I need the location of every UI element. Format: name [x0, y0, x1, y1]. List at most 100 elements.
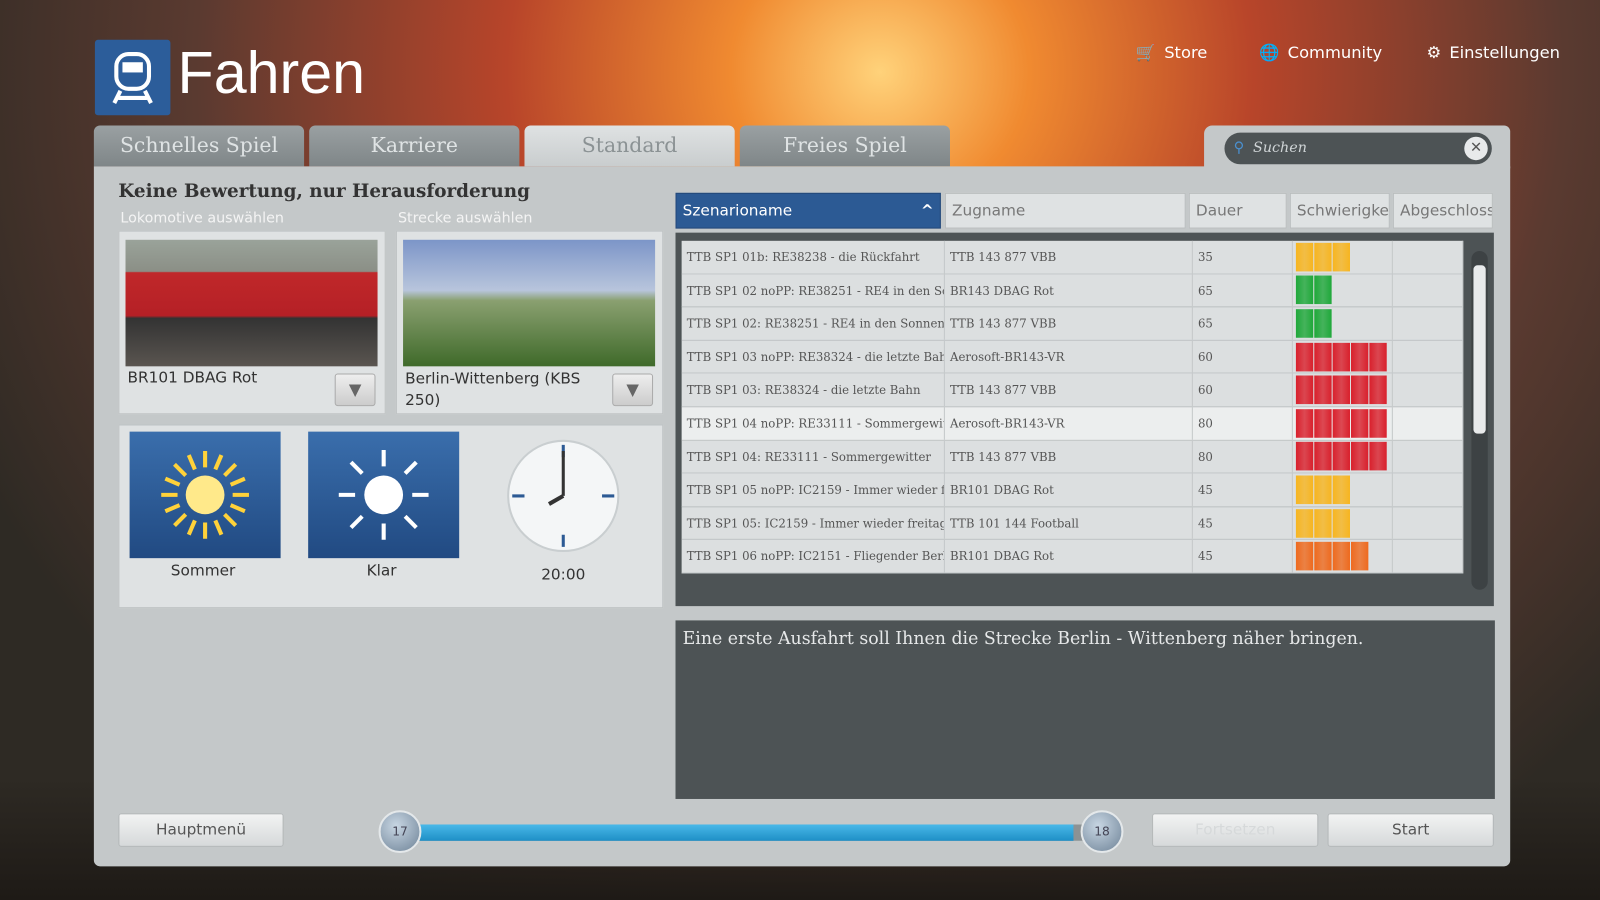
- route-image: [403, 239, 656, 367]
- table-row[interactable]: TTB SP1 05: IC2159 - Immer wieder freita…: [681, 506, 1464, 541]
- clock-icon[interactable]: [506, 439, 620, 553]
- column-header-szenarioname[interactable]: Szenarioname ^: [675, 192, 941, 229]
- difficulty-segment: [1314, 275, 1332, 305]
- difficulty-segment: [1332, 408, 1350, 438]
- loco-label: Lokomotive auswählen: [120, 210, 284, 227]
- completed-cell: [1393, 440, 1464, 473]
- table-row[interactable]: TTB SP1 06 noPP: IC2151 - Fliegender Ber…: [681, 540, 1464, 574]
- difficulty-segment: [1314, 442, 1332, 471]
- completed-cell: [1393, 506, 1464, 540]
- table-row[interactable]: TTB SP1 02 noPP: RE38251 - RE4 in den So…: [681, 274, 1464, 308]
- difficulty-segment: [1295, 408, 1314, 438]
- scenario-name: TTB SP1 05: IC2159 - Immer wieder freita…: [682, 506, 945, 540]
- weather-button[interactable]: [308, 431, 460, 559]
- column-header-schwierigkeit[interactable]: Schwierigkeit: [1289, 192, 1390, 229]
- scrollbar-thumb[interactable]: [1473, 265, 1486, 434]
- difficulty-meter: [1293, 540, 1393, 573]
- difficulty-meter: [1293, 373, 1393, 407]
- gears-icon: ⚙: [1426, 42, 1442, 63]
- scenario-name: TTB SP1 01b: RE38238 - die Rückfahrt: [682, 240, 945, 274]
- duration: 45: [1193, 506, 1293, 540]
- community-label: Community: [1287, 42, 1383, 63]
- settings-label: Einstellungen: [1449, 42, 1561, 63]
- table-row[interactable]: TTB SP1 04: RE33111 - Sommergewitter TTB …: [681, 440, 1464, 474]
- train-name: BR101 DBAG Rot: [945, 540, 1193, 573]
- clear-search-icon[interactable]: ✕: [1464, 136, 1488, 161]
- difficulty-segment: [1314, 508, 1332, 538]
- page-title: Fahren: [177, 39, 366, 107]
- table-scrollbar[interactable]: [1471, 251, 1488, 590]
- level-progress-bar: [399, 824, 1103, 841]
- sort-ascending-icon: ^: [920, 201, 934, 220]
- train-name: TTB 143 877 VBB: [945, 307, 1193, 340]
- main-menu-button[interactable]: Hauptmenü: [118, 813, 284, 847]
- level-from-badge: 17: [378, 810, 422, 854]
- column-header-dauer[interactable]: Dauer: [1188, 192, 1287, 229]
- continue-button[interactable]: Fortsetzen: [1152, 813, 1319, 847]
- scenario-name: TTB SP1 04: RE33111 - Sommergewitter: [682, 440, 945, 473]
- table-row[interactable]: TTB SP1 01b: RE38238 - die Rückfahrt TTB …: [681, 240, 1464, 275]
- duration: 60: [1193, 340, 1293, 373]
- difficulty-segment: [1369, 408, 1387, 438]
- search-input[interactable]: ⚲ Suchen ✕: [1224, 132, 1492, 165]
- tab-schnelles-spiel[interactable]: Schnelles Spiel: [93, 125, 305, 167]
- difficulty-segment: [1369, 375, 1387, 405]
- column-header-zugname[interactable]: Zugname: [944, 192, 1186, 229]
- settings-link[interactable]: ⚙ Einstellungen: [1427, 43, 1560, 62]
- column-header-abgeschlossen[interactable]: Abgeschlossen: [1392, 192, 1493, 229]
- train-name: Aerosoft-BR143-VR: [945, 340, 1193, 373]
- store-label: Store: [1164, 42, 1208, 63]
- level-to-badge: 18: [1080, 810, 1124, 854]
- difficulty-segment: [1351, 375, 1369, 405]
- tab-freies-spiel[interactable]: Freies Spiel: [739, 125, 950, 167]
- difficulty-segment: [1332, 475, 1350, 505]
- train-name: TTB 143 877 VBB: [945, 440, 1193, 473]
- difficulty-segment: [1295, 375, 1314, 405]
- search-icon: ⚲: [1233, 139, 1245, 157]
- difficulty-segment: [1332, 375, 1350, 405]
- difficulty-meter: [1293, 274, 1393, 307]
- train-name: TTB 143 877 VBB: [945, 373, 1193, 407]
- train-logo-icon: [94, 39, 171, 116]
- community-link[interactable]: 🌐 Community: [1259, 43, 1382, 62]
- cart-icon: 🛒: [1135, 42, 1157, 63]
- difficulty-segment: [1332, 342, 1350, 371]
- weather-label: Klar: [366, 561, 397, 580]
- tab-standard[interactable]: Standard: [524, 125, 735, 167]
- train-name: TTB 143 877 VBB: [945, 240, 1193, 274]
- difficulty-meter: [1293, 340, 1393, 373]
- duration: 45: [1193, 540, 1293, 573]
- completed-cell: [1393, 373, 1464, 407]
- difficulty-segment: [1332, 242, 1350, 272]
- season-button[interactable]: [129, 431, 281, 559]
- route-filter-icon[interactable]: ▼: [612, 373, 654, 407]
- loco-filter-icon[interactable]: ▼: [334, 373, 376, 407]
- duration: 65: [1193, 307, 1293, 340]
- duration: 80: [1193, 440, 1293, 473]
- difficulty-meter: [1293, 506, 1393, 540]
- completed-cell: [1393, 473, 1464, 506]
- route-label: Strecke auswählen: [397, 210, 533, 227]
- start-button[interactable]: Start: [1327, 813, 1494, 847]
- table-row[interactable]: TTB SP1 05 noPP: IC2159 - Immer wieder f…: [681, 473, 1464, 507]
- table-row[interactable]: TTB SP1 03 noPP: RE38324 - die letzte Ba…: [681, 340, 1464, 374]
- table-row[interactable]: TTB SP1 02: RE38251 - RE4 in den Sonnena…: [681, 307, 1464, 341]
- difficulty-segment: [1314, 408, 1332, 438]
- completed-cell: [1393, 274, 1464, 307]
- table-row[interactable]: TTB SP1 03: RE38324 - die letzte Bahn TTB…: [681, 373, 1464, 408]
- table-row[interactable]: TTB SP1 04 noPP: RE33111 - Sommergewitte…: [681, 407, 1464, 441]
- route-card[interactable]: Berlin-Wittenberg (KBS 250) ▼: [395, 230, 664, 415]
- route-name: Berlin-Wittenberg (KBS 250): [405, 369, 581, 410]
- loco-card[interactable]: BR101 DBAG Rot ▼: [118, 230, 386, 415]
- difficulty-segment: [1295, 275, 1314, 305]
- difficulty-segment: [1295, 309, 1314, 338]
- store-link[interactable]: 🛒 Store: [1136, 43, 1208, 62]
- train-name: BR101 DBAG Rot: [945, 473, 1193, 506]
- difficulty-segment: [1295, 508, 1314, 538]
- scenario-name: TTB SP1 02 noPP: RE38251 - RE4 in den So…: [682, 274, 945, 307]
- difficulty-segment: [1351, 442, 1369, 471]
- difficulty-segment: [1295, 342, 1314, 371]
- difficulty-segment: [1332, 508, 1350, 538]
- tab-karriere[interactable]: Karriere: [309, 125, 520, 167]
- scenario-name: TTB SP1 03: RE38324 - die letzte Bahn: [682, 373, 945, 407]
